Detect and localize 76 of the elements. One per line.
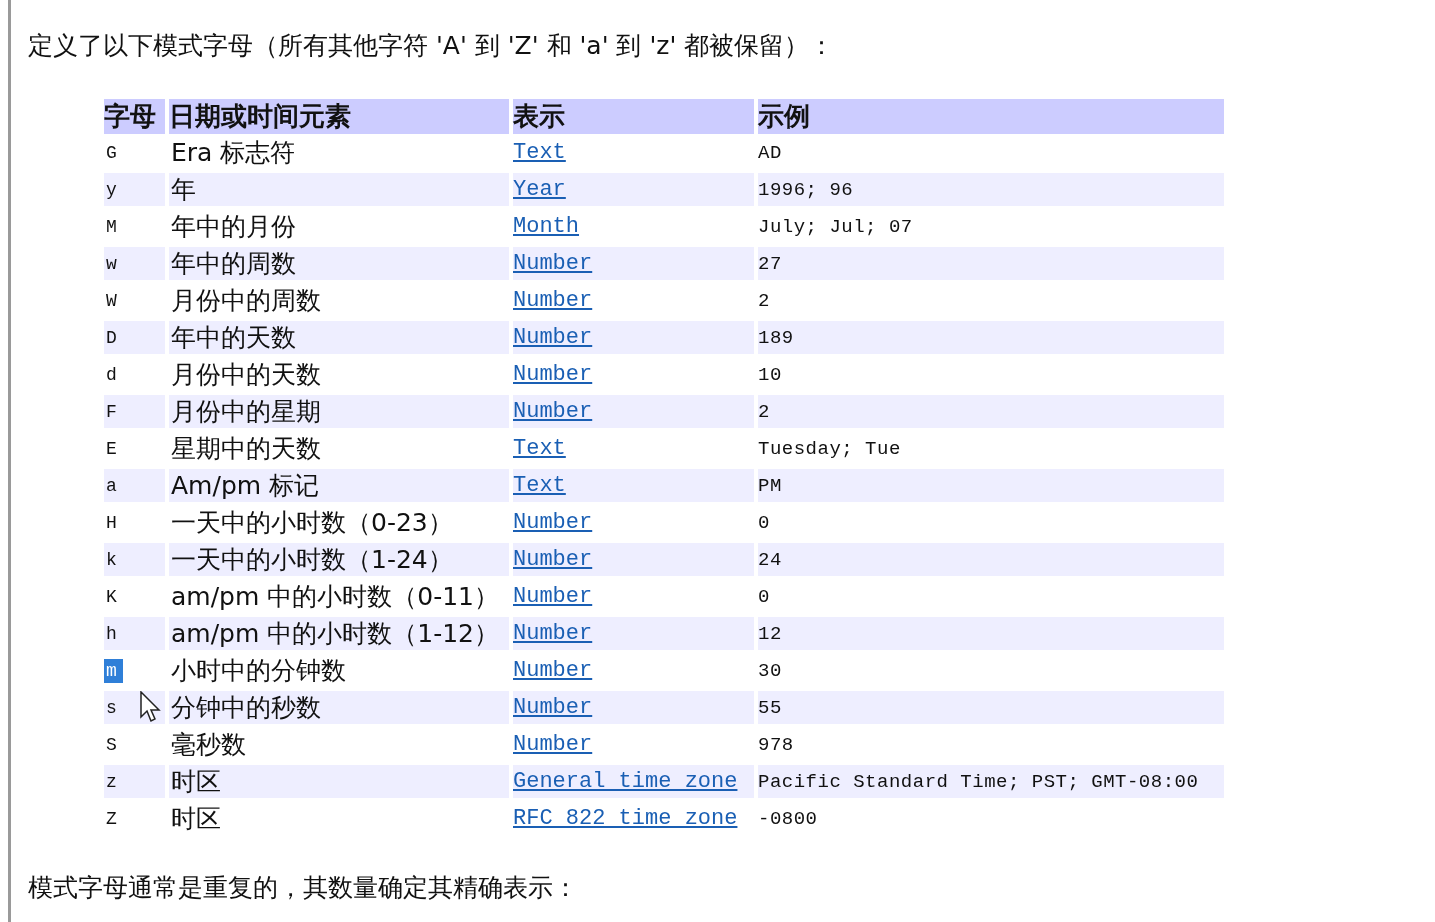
pattern-letter: a (105, 475, 118, 496)
mouse-pointer-icon (140, 691, 162, 723)
intro-text: 定义了以下模式字母（所有其他字符 'A' 到 'Z' 和 'a' 到 'z' 都被保留）： (28, 30, 836, 62)
column-header: 表示 (513, 99, 754, 134)
pattern-letter: h (105, 623, 118, 644)
column-header: 字母 (104, 99, 165, 134)
presentation-link[interactable]: Text (513, 436, 566, 461)
pattern-letter: d (105, 364, 118, 385)
column-header: 示例 (758, 99, 1224, 134)
table-cell: AD (758, 141, 782, 164)
pattern-letter: G (105, 142, 118, 163)
pattern-letter: Z (105, 808, 118, 829)
presentation-link[interactable]: Text (513, 140, 566, 165)
table-cell-text: 毫秒数 (170, 729, 246, 761)
presentation-link[interactable]: Month (513, 214, 579, 239)
pattern-letter: E (105, 438, 118, 459)
table-cell: 24 (758, 548, 782, 571)
table-cell-text: Era 标志符 (170, 137, 296, 169)
presentation-link[interactable]: Number (513, 510, 593, 535)
pattern-letter: s (105, 697, 118, 718)
table-cell: 12 (758, 622, 782, 645)
table-cell: 55 (758, 696, 782, 719)
presentation-link[interactable]: Number (513, 732, 593, 757)
presentation-link[interactable]: RFC 822 time zone (513, 806, 738, 831)
table-cell: 0 (758, 511, 770, 534)
table-cell: Tuesday; Tue (758, 437, 901, 460)
table-cell: 978 (758, 733, 794, 756)
pattern-letter: W (105, 290, 118, 311)
table-cell-text: 一天中的小时数（0-23） (170, 507, 453, 539)
table-cell: 2 (758, 400, 770, 423)
table-cell-text: am/pm 中的小时数（0-11） (170, 581, 499, 613)
pattern-letter: D (105, 327, 118, 348)
pattern-letter: z (105, 771, 118, 792)
table-cell: PM (758, 474, 782, 497)
table-cell-text: 时区 (170, 766, 221, 798)
table-cell-text: 月份中的天数 (170, 359, 321, 391)
pattern-letter: m (104, 658, 123, 683)
table-cell-text: 年 (170, 174, 196, 206)
table-cell-text: 年中的周数 (170, 248, 296, 280)
table-cell-text: 月份中的周数 (170, 285, 321, 317)
pattern-letter: F (105, 401, 118, 422)
presentation-link[interactable]: Text (513, 473, 566, 498)
table-cell: 0 (758, 585, 770, 608)
table-cell-text: 年中的月份 (170, 211, 296, 243)
table-cell-text: 一天中的小时数（1-24） (170, 544, 453, 576)
footer-text: 模式字母通常是重复的，其数量确定其精确表示： (28, 872, 579, 904)
presentation-link[interactable]: Year (513, 177, 566, 202)
table-cell-text: 星期中的天数 (170, 433, 321, 465)
pattern-letter: S (105, 734, 118, 755)
table-cell: Pacific Standard Time; PST; GMT-08:00 (758, 770, 1199, 793)
table-cell: -0800 (758, 807, 818, 830)
column-header: 日期或时间元素 (169, 99, 509, 134)
table-cell-text: 时区 (170, 803, 221, 835)
pattern-letter: w (105, 253, 118, 274)
table-cell-text: 分钟中的秒数 (170, 692, 321, 724)
pattern-letter: k (105, 549, 118, 570)
pattern-letter: H (105, 512, 118, 533)
pattern-letter: y (105, 179, 118, 200)
presentation-link[interactable]: Number (513, 658, 593, 683)
presentation-link[interactable]: Number (513, 584, 593, 609)
table-cell: July; Jul; 07 (758, 215, 913, 238)
table-cell-text: 月份中的星期 (170, 396, 321, 428)
table-cell: 189 (758, 326, 794, 349)
table-cell-text: 小时中的分钟数 (170, 655, 346, 687)
table-cell-text: 年中的天数 (170, 322, 296, 354)
table-cell: 2 (758, 289, 770, 312)
pattern-letter: M (105, 216, 118, 237)
presentation-link[interactable]: Number (513, 362, 593, 387)
table-cell: 10 (758, 363, 782, 386)
pattern-letter: K (105, 586, 118, 607)
table-cell-text: Am/pm 标记 (170, 470, 320, 502)
table-cell-text: am/pm 中的小时数（1-12） (170, 618, 499, 650)
table-cell: 1996; 96 (758, 178, 854, 201)
table-cell: 27 (758, 252, 782, 275)
table-cell: 30 (758, 659, 782, 682)
presentation-link[interactable]: Number (513, 288, 593, 313)
